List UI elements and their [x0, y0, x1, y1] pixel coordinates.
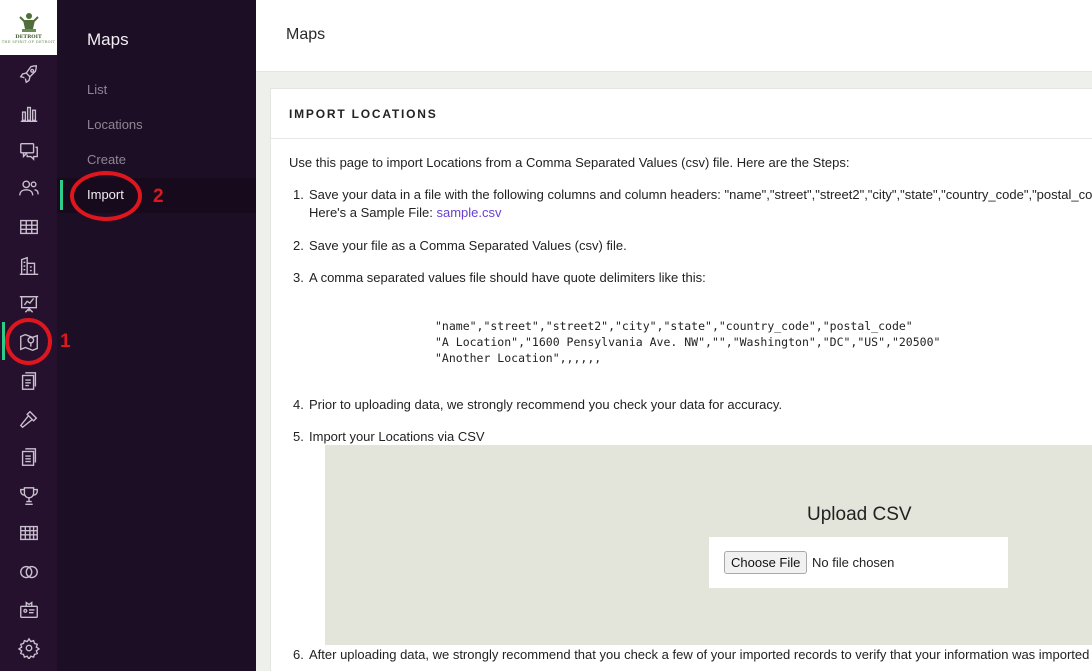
brand-line2: THE SPIRIT OF DETROIT — [1, 40, 56, 44]
rings-icon[interactable] — [12, 557, 45, 587]
step-3: 3. A comma separated values file should … — [293, 270, 706, 285]
choose-file-button[interactable]: Choose File — [724, 551, 808, 574]
annotation-circle-2 — [70, 171, 142, 221]
trophy-icon[interactable] — [12, 481, 45, 511]
step-text: Save your file as a Comma Separated Valu… — [309, 238, 627, 253]
step-number: 1. — [293, 187, 304, 202]
import-locations-card: IMPORT LOCATIONS Use this page to import… — [270, 88, 1092, 671]
page-title: Maps — [286, 26, 326, 43]
top-bar: Maps — [256, 0, 1092, 72]
step-5: 5. Import your Locations via CSV — [293, 429, 485, 444]
hammer-icon[interactable] — [12, 404, 45, 434]
maps-subnav: Maps List Locations Create Import — [57, 0, 256, 671]
step-text: A comma separated values file should hav… — [309, 270, 706, 285]
subnav-item-locations[interactable]: Locations — [87, 117, 143, 132]
file-status: No file chosen — [812, 555, 895, 570]
subnav-title: Maps — [87, 30, 129, 49]
brand-logo[interactable]: DETROIT THE SPIRIT OF DETROIT — [0, 0, 57, 55]
card-title: IMPORT LOCATIONS — [289, 107, 438, 121]
step-1-sample: Here's a Sample File: sample.csv — [309, 205, 502, 220]
step-4: 4. Prior to uploading data, we strongly … — [293, 397, 783, 412]
step-number: 2. — [293, 238, 304, 253]
sample-label: Here's a Sample File: — [309, 205, 437, 220]
subnav-active-indicator — [60, 180, 63, 210]
subnav-item-list[interactable]: List — [87, 82, 107, 97]
presentation-icon[interactable] — [12, 289, 45, 319]
bar-chart-icon[interactable] — [12, 98, 45, 128]
step-2: 2. Save your file as a Comma Separated V… — [293, 238, 627, 253]
notes-icon[interactable] — [12, 442, 45, 472]
file-input-panel: Choose File No file chosen — [709, 537, 1008, 588]
rocket-icon[interactable] — [12, 59, 45, 89]
step-number: 3. — [293, 270, 304, 285]
subnav-item-create[interactable]: Create — [87, 152, 126, 167]
step-number: 6. — [293, 647, 304, 662]
badge-icon[interactable] — [12, 594, 45, 624]
csv-example: "name","street","street2","city","state"… — [435, 319, 941, 365]
table-icon[interactable] — [12, 212, 45, 242]
upload-title: Upload CSV — [807, 504, 912, 525]
grid-icon[interactable] — [12, 518, 45, 548]
intro-text: Use this page to import Locations from a… — [289, 155, 850, 170]
statue-icon — [18, 13, 39, 32]
gear-icon[interactable] — [12, 633, 45, 663]
step-1: 1. Save your data in a file with the fol… — [293, 187, 1092, 202]
step-text: Import your Locations via CSV — [309, 429, 485, 444]
annotation-circle-1 — [5, 318, 52, 365]
step-text: Save your data in a file with the follow… — [309, 187, 1092, 202]
step-6: 6. After uploading data, we strongly rec… — [293, 647, 1092, 662]
step-number: 5. — [293, 429, 304, 444]
step-number: 4. — [293, 397, 304, 412]
step-text: Prior to uploading data, we strongly rec… — [309, 397, 783, 412]
annotation-label-2: 2 — [153, 186, 164, 207]
annotation-label-1: 1 — [60, 331, 71, 352]
upload-csv-area: Upload CSV Choose File No file chosen — [325, 445, 1092, 645]
sample-csv-link[interactable]: sample.csv — [436, 205, 501, 220]
card-header: IMPORT LOCATIONS — [271, 89, 1092, 139]
documents-icon[interactable] — [12, 366, 45, 396]
step-text: After uploading data, we strongly recomm… — [309, 647, 1092, 662]
users-icon[interactable] — [12, 173, 45, 203]
chat-icon[interactable] — [12, 136, 45, 166]
buildings-icon[interactable] — [12, 251, 45, 281]
